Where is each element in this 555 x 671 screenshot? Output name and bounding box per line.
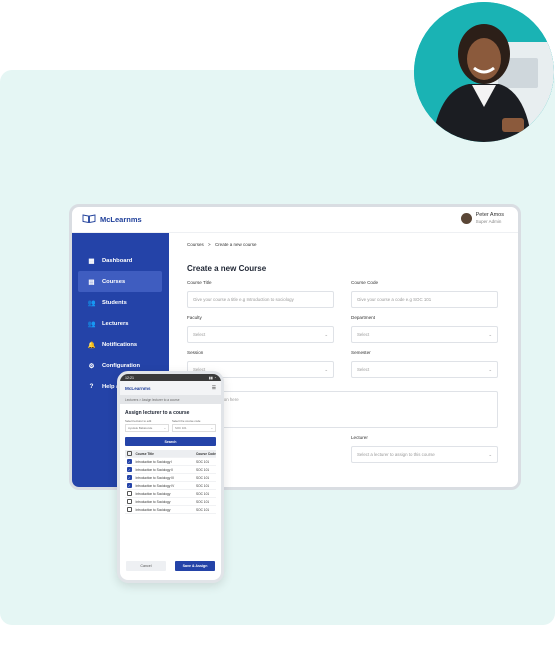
course-title-cell: Introduction to Sociology [135,507,171,512]
course-code-cell: SOC 101 [196,467,210,472]
course-form: Course Title Give your course a title e.… [187,280,498,385]
row-checkbox[interactable] [127,507,132,512]
chevron-down-icon: ⌄ [488,451,492,457]
config-icon: ⚙ [88,362,95,370]
chevron-down-icon: ⌄ [488,331,492,337]
session-label: Session [187,350,204,355]
lecturer-label: Lecturer [351,435,368,440]
sidebar-item-students[interactable]: 👥 Students [78,292,162,313]
row-checkbox[interactable]: ✓ [127,467,132,472]
table-row[interactable]: ✓ Introduction to Sociology III SOC 101 [125,474,216,482]
save-assign-button[interactable]: Save & Assign [175,561,215,571]
sidebar-item-lecturers[interactable]: 👥 Lecturers [78,313,162,334]
phone-screen: 12:21 ▮▮ ◔ McLearnms ☰ Lecturers > Assig… [117,371,224,583]
sidebar-item-label: Dashboard [102,257,133,264]
phone-title: Assign lecturer to a course [125,410,190,416]
course-code-cell: SOC 101 [196,483,210,488]
breadcrumb: Courses > Create a new course [187,242,257,247]
faculty-select[interactable]: Select ⌄ [187,326,334,343]
table-row[interactable]: Introduction to Sociology SOC 101 [125,490,216,498]
search-button[interactable]: Search [125,437,216,446]
course-description-input[interactable]: course description here [187,391,498,428]
profile-photo [414,2,554,142]
row-checkbox[interactable] [127,499,132,504]
semester-label: Semester [351,350,371,355]
course-code-cell: SOC 101 [196,475,210,480]
course-title-input[interactable]: Give your course a title e.g Introductio… [187,291,334,308]
app-name: McLearnms [100,215,142,224]
lecturer-filter-select[interactable]: Ayodele Babatunde ⌄ [125,424,169,432]
help-icon: ? [89,383,94,390]
table-row[interactable]: Introduction to Sociology SOC 101 [125,506,216,514]
user-menu[interactable]: Peter Amos Super Admin [460,212,504,224]
semester-select[interactable]: Select ⌄ [351,361,498,378]
students-icon: 👥 [87,299,96,307]
course-title-cell: Introduction to Sociology [135,499,171,504]
chevron-down-icon: ⌄ [324,366,328,372]
phone-breadcrumb: Lecturers > Assign lecturer to a course [120,395,221,404]
course-code-cell: SOC 101 [196,499,210,504]
course-title-cell: Introduction to Sociology II [135,467,174,472]
status-bar: 12:21 ▮▮ ◔ [120,374,221,381]
avatar [460,212,472,224]
breadcrumb-current: Create a new course [214,242,257,247]
course-title-cell: Introduction to Sociology III [135,475,174,480]
top-bar: McLearnms Peter Amos Super Admin [72,207,518,233]
course-code-cell: SOC 101 [196,507,210,512]
select-all-checkbox[interactable] [127,451,132,456]
department-label: Department [351,315,376,320]
chevron-down-icon: ⌄ [324,331,328,337]
course-code-filter-select[interactable]: SOC 101 ⌄ [172,424,216,432]
course-code-cell: SOC 101 [196,491,210,496]
sidebar-item-dashboard[interactable]: ▦ Dashboard [78,250,162,271]
book-icon [82,214,96,225]
menu-icon[interactable]: ☰ [212,385,216,391]
row-checkbox[interactable]: ✓ [127,483,132,488]
course-title-cell: Introduction to Sociology [135,491,171,496]
table-row[interactable]: ✓ Introduction to Sociology II SOC 101 [125,466,216,474]
sidebar-item-notifications[interactable]: 🔔 Notifications [78,334,162,355]
page-title: Create a new Course [187,264,267,273]
bell-icon: 🔔 [87,341,96,349]
course-code-cell: SOC 101 [196,459,210,464]
lecturer-select[interactable]: Select a lecturer to assign to this cour… [351,446,498,463]
sidebar-item-label: Students [102,299,127,306]
row-checkbox[interactable] [127,491,132,496]
table-row[interactable]: Introduction to Sociology SOC 101 [125,498,216,506]
phone-logo[interactable]: McLearnms [125,386,151,391]
user-role: Super Admin [475,219,502,224]
table-row[interactable]: ✓ Introduction to Sociology IV SOC 101 [125,482,216,490]
sidebar-item-label: Courses [102,278,126,285]
row-checkbox[interactable]: ✓ [127,459,132,464]
department-select[interactable]: Select ⌄ [351,326,498,343]
course-title-cell: Introduction to Sociology I [135,459,173,464]
course-title-label: Course Title [187,280,212,285]
breadcrumb-parent[interactable]: Courses [187,242,204,247]
phone-header: McLearnms ☰ [120,381,221,395]
chevron-down-icon: ⌄ [488,366,492,372]
faculty-label: Faculty [187,315,202,320]
chevron-down-icon: ⌄ [163,426,166,430]
course-code-input[interactable]: Give your course a code e.g SOC 101 [351,291,498,308]
lecturers-icon: 👥 [87,320,96,328]
dashboard-icon: ▦ [88,257,95,265]
table-header: Course Title Course Code [125,450,216,458]
sidebar-item-label: Notifications [102,341,138,348]
cancel-button[interactable]: Cancel [126,561,166,571]
signal-icon: ▮▮ ◔ [208,375,216,380]
chevron-down-icon: ⌄ [210,426,213,430]
sidebar-item-courses[interactable]: ▤ Courses [78,271,162,292]
course-code-label: Course Code [351,280,379,285]
sidebar-item-label: Configuration [102,362,140,369]
app-logo[interactable]: McLearnms [82,214,142,225]
course-title-cell: Introduction to Sociology IV [135,483,175,488]
row-checkbox[interactable]: ✓ [127,475,132,480]
user-name: Peter Amos [475,212,504,218]
courses-icon: ▤ [88,278,95,286]
sidebar-item-label: Lecturers [102,320,129,327]
table-row[interactable]: ✓ Introduction to Sociology I SOC 101 [125,458,216,466]
main-content: Courses > Create a new course Create a n… [187,233,498,487]
